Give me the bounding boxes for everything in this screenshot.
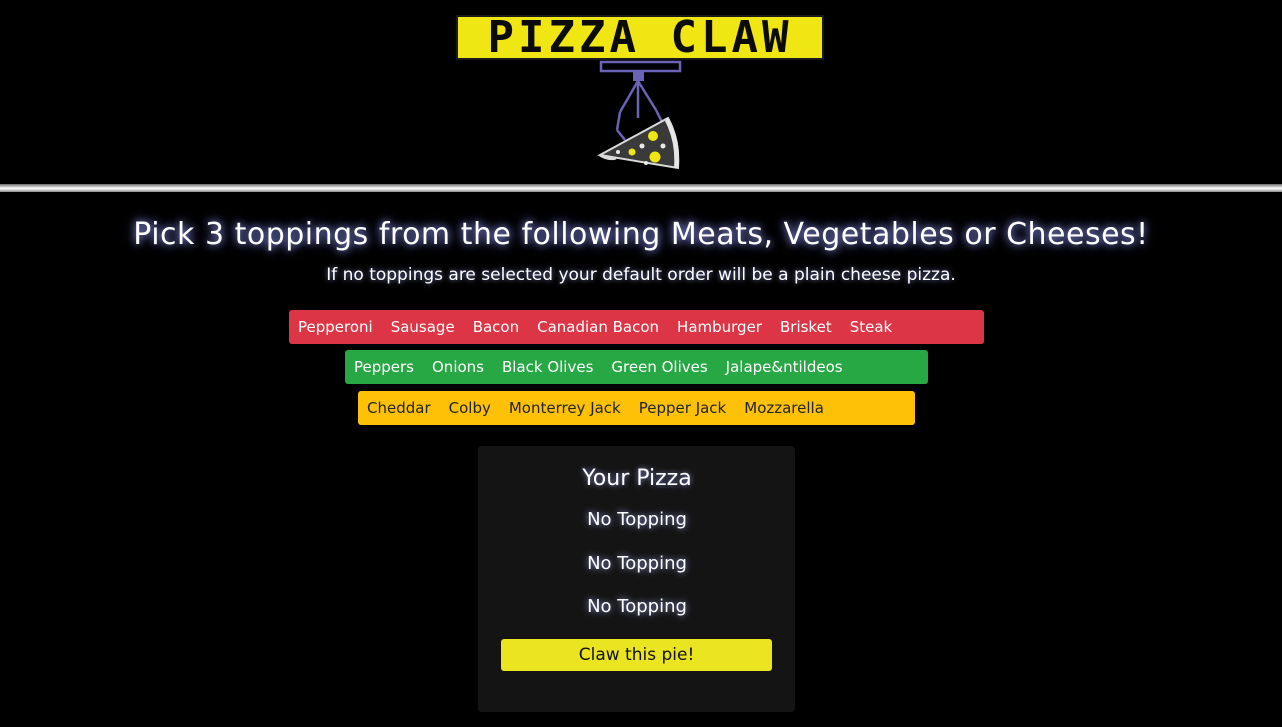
topping-pepperoni-button[interactable]: Pepperoni: [298, 310, 382, 344]
topping-pepper-jack-button[interactable]: Pepper Jack: [639, 391, 736, 425]
topping-mozzarella-button[interactable]: Mozzarella: [744, 391, 833, 425]
meats-button-group: Pepperoni Sausage Bacon Canadian Bacon H…: [289, 310, 984, 344]
topping-canadian-bacon-button[interactable]: Canadian Bacon: [537, 310, 668, 344]
logo-title: PIZZA CLAW: [456, 15, 824, 60]
claw-grabbing-pizza-slice-icon: [596, 60, 682, 170]
topping-slot-1: No Topping: [587, 509, 687, 530]
topping-hamburger-button[interactable]: Hamburger: [677, 310, 771, 344]
topping-slot-2: No Topping: [587, 553, 687, 574]
site-header: PIZZA CLAW: [0, 0, 1282, 186]
topping-brisket-button[interactable]: Brisket: [780, 310, 841, 344]
topping-peppers-button[interactable]: Peppers: [354, 350, 423, 384]
topping-sausage-button[interactable]: Sausage: [391, 310, 464, 344]
topping-steak-button[interactable]: Steak: [850, 310, 902, 344]
pizza-claw-page: PIZZA CLAW Pick 3 toppings from the foll…: [0, 0, 1282, 727]
cheeses-button-group: Cheddar Colby Monterrey Jack Pepper Jack…: [358, 391, 915, 425]
topping-bacon-button[interactable]: Bacon: [473, 310, 528, 344]
topping-black-olives-button[interactable]: Black Olives: [502, 350, 602, 384]
topping-green-olives-button[interactable]: Green Olives: [611, 350, 716, 384]
topping-slot-3: No Topping: [587, 596, 687, 617]
order-card-title: Your Pizza: [582, 466, 692, 491]
topping-colby-button[interactable]: Colby: [449, 391, 500, 425]
topping-jalapenos-button[interactable]: Jalape&ntildeos: [726, 350, 852, 384]
default-order-note: If no toppings are selected your default…: [326, 265, 956, 285]
topping-cheddar-button[interactable]: Cheddar: [367, 391, 440, 425]
page-headline: Pick 3 toppings from the following Meats…: [133, 217, 1149, 252]
topping-monterrey-jack-button[interactable]: Monterrey Jack: [509, 391, 630, 425]
topping-onions-button[interactable]: Onions: [432, 350, 493, 384]
header-divider: [0, 184, 1282, 192]
claw-this-pie-button[interactable]: Claw this pie!: [501, 639, 772, 671]
vegetables-button-group: Peppers Onions Black Olives Green Olives…: [345, 350, 928, 384]
